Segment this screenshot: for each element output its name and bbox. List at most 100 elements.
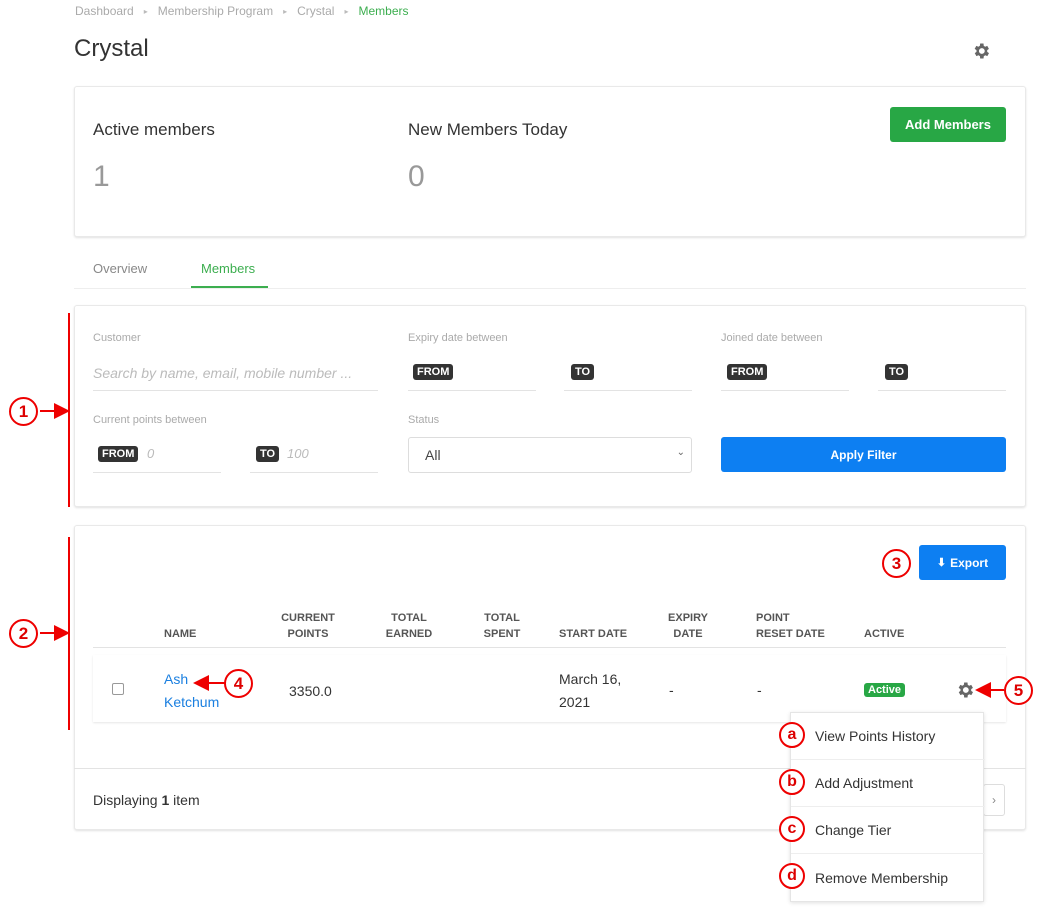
callout-1: 1	[9, 397, 38, 426]
col-header-current-points-line1: CURRENT	[281, 612, 335, 624]
col-header-total-earned-line1: TOTAL	[391, 612, 427, 624]
points-from-underline	[93, 472, 221, 473]
breadcrumb-separator-icon: ▸	[344, 6, 349, 16]
row-actions-menu: View Points History Add Adjustment Chang…	[790, 712, 985, 902]
col-header-name[interactable]: NAME	[164, 626, 196, 642]
breadcrumb-crystal[interactable]: Crystal	[297, 4, 334, 18]
gear-icon[interactable]	[955, 680, 975, 700]
filters-card	[74, 305, 1026, 507]
breadcrumb-separator-icon: ▸	[283, 6, 288, 16]
menu-item-remove-membership[interactable]: Remove Membership	[791, 854, 985, 901]
displaying-suffix: item	[173, 792, 200, 808]
displaying-number: 1	[161, 792, 170, 808]
tab-active-indicator	[191, 286, 268, 288]
displaying-count: Displaying 1 item	[93, 792, 200, 808]
col-header-expiry-date[interactable]: EXPIRY DATE	[665, 610, 711, 642]
displaying-prefix: Displaying	[93, 792, 158, 808]
col-header-current-points-line2: POINTS	[287, 628, 329, 640]
active-members-value: 1	[93, 160, 110, 193]
status-badge: Active	[864, 683, 906, 697]
joined-to-chip: TO	[885, 364, 909, 380]
member-name-link[interactable]: Ash Ketchum	[164, 668, 219, 714]
callout-2: 2	[9, 619, 38, 648]
callout-b: b	[779, 769, 805, 795]
breadcrumb-separator-icon: ▸	[143, 6, 148, 16]
add-members-button[interactable]: Add Members	[890, 107, 1006, 142]
customer-label: Customer	[93, 332, 141, 344]
breadcrumb-dashboard[interactable]: Dashboard	[75, 4, 134, 18]
expiry-from-chip: FROM	[413, 364, 454, 380]
cell-start-date: March 16, 2021	[559, 668, 621, 714]
member-last-name: Ketchum	[164, 694, 220, 710]
callout-4: 4	[224, 669, 253, 698]
chevron-down-icon: ⌄	[676, 447, 685, 458]
col-header-total-spent-line2: SPENT	[483, 628, 521, 640]
col-header-point-reset-date[interactable]: POINT RESET DATE	[756, 610, 825, 642]
status-label: Status	[408, 414, 440, 426]
breadcrumb-members: Members	[358, 4, 409, 18]
export-button-label: Export	[950, 555, 989, 570]
callout-5: 5	[1004, 676, 1033, 705]
active-members-label: Active members	[93, 120, 215, 139]
points-from-input[interactable]: 0	[147, 446, 154, 461]
cell-expiry-date: -	[669, 682, 674, 698]
expiry-date-label: Expiry date between	[408, 332, 508, 344]
tab-divider	[74, 288, 1026, 289]
download-icon: ⬇	[936, 557, 947, 569]
row-checkbox[interactable]	[112, 683, 124, 695]
page-title: Crystal	[74, 35, 149, 62]
col-header-expiry-date-line2: DATE	[673, 628, 703, 640]
col-header-start-date[interactable]: START DATE	[559, 626, 627, 642]
annotation-bracket-table	[68, 537, 70, 730]
apply-filter-button[interactable]: Apply Filter	[721, 437, 1006, 472]
expiry-to-input[interactable]	[564, 390, 692, 391]
current-points-label: Current points between	[93, 414, 207, 426]
col-header-current-points[interactable]: CURRENT POINTS	[279, 610, 337, 642]
joined-from-chip: FROM	[727, 364, 768, 380]
cell-start-date-line2: 2021	[559, 694, 591, 710]
col-header-point-reset-line1: POINT	[756, 612, 790, 624]
breadcrumb: Dashboard ▸ Membership Program ▸ Crystal…	[75, 4, 409, 18]
callout-d: d	[779, 863, 805, 889]
expiry-from-input[interactable]	[408, 390, 536, 391]
col-header-active[interactable]: ACTIVE	[864, 626, 904, 642]
tab-members[interactable]: Members	[201, 261, 255, 276]
joined-from-input[interactable]	[721, 390, 849, 391]
tab-overview[interactable]: Overview	[93, 261, 147, 276]
new-members-label: New Members Today	[408, 120, 568, 139]
pager-next-button[interactable]: ›	[983, 784, 1005, 816]
breadcrumb-membership-program[interactable]: Membership Program	[158, 4, 273, 18]
joined-to-input[interactable]	[878, 390, 1006, 391]
expiry-to-chip: TO	[571, 364, 595, 380]
points-to-underline	[250, 472, 378, 473]
member-first-name: Ash	[164, 671, 189, 687]
col-header-total-earned-line2: EARNED	[385, 628, 433, 640]
points-to-input[interactable]: 100	[287, 446, 309, 461]
col-header-total-spent[interactable]: TOTAL SPENT	[480, 610, 524, 642]
callout-a: a	[779, 722, 805, 748]
customer-field-underline	[93, 390, 378, 391]
col-header-total-earned[interactable]: TOTAL EARNED	[382, 610, 436, 642]
customer-search-input[interactable]: Search by name, email, mobile number ...	[93, 365, 378, 381]
joined-date-label: Joined date between	[721, 332, 823, 344]
menu-item-add-adjustment[interactable]: Add Adjustment	[791, 760, 985, 807]
status-select-value: All	[425, 447, 441, 463]
callout-c: c	[779, 816, 805, 842]
cell-start-date-line1: March 16,	[559, 671, 622, 687]
new-members-value: 0	[408, 160, 425, 193]
col-header-total-spent-line1: TOTAL	[484, 612, 520, 624]
points-from-chip: FROM	[98, 446, 139, 462]
cell-current-points: 3350.0	[289, 683, 332, 699]
status-select[interactable]: All ⌄	[408, 437, 692, 473]
annotation-bracket-filters	[68, 313, 70, 507]
cell-point-reset-date: -	[757, 682, 762, 698]
table-header-divider	[93, 647, 1006, 648]
menu-item-view-points-history[interactable]: View Points History	[791, 713, 985, 760]
gear-icon[interactable]	[971, 41, 991, 61]
col-header-point-reset-line2: RESET DATE	[756, 628, 825, 640]
export-button[interactable]: ⬇ Export	[919, 545, 1006, 580]
points-to-chip: TO	[256, 446, 280, 462]
callout-3: 3	[882, 549, 911, 578]
stats-card	[74, 86, 1026, 237]
menu-item-change-tier[interactable]: Change Tier	[791, 807, 985, 854]
